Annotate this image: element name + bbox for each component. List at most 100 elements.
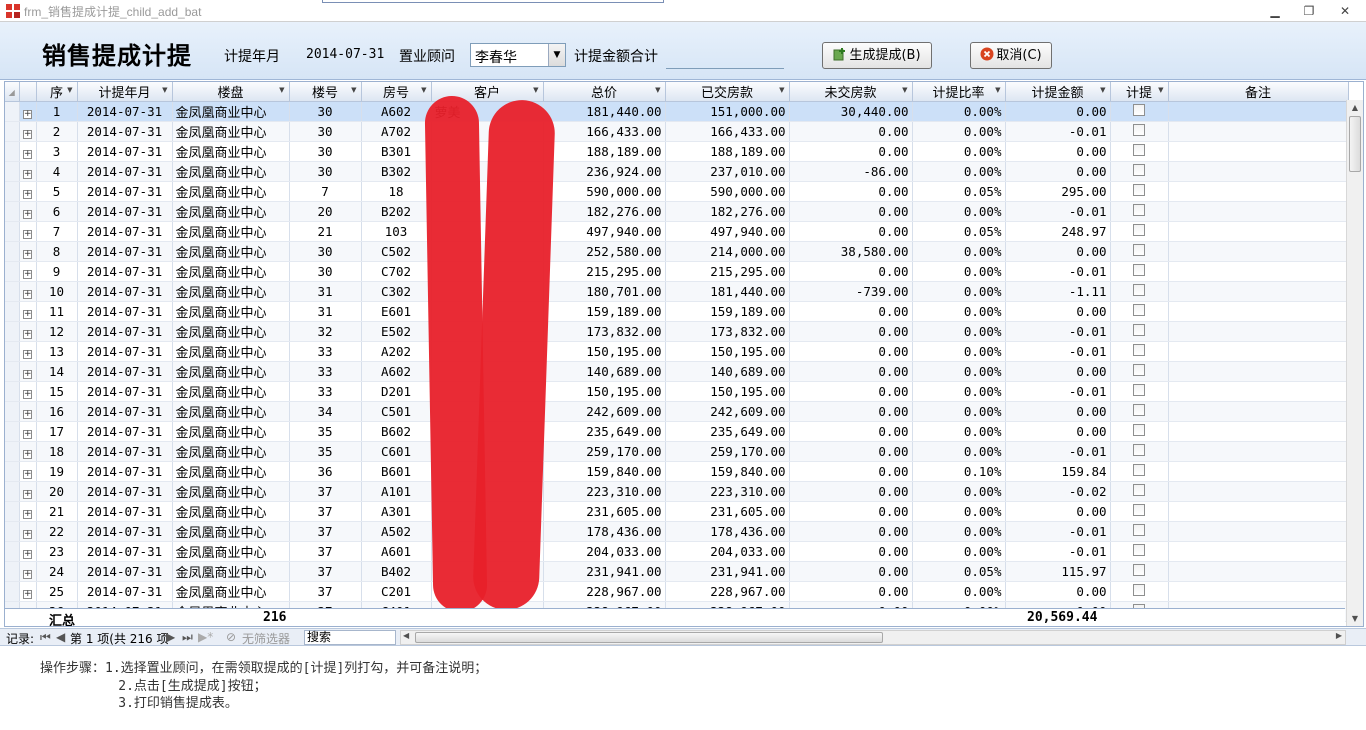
- cell-seq[interactable]: 6: [36, 201, 78, 222]
- accrue-checkbox[interactable]: [1133, 144, 1145, 156]
- cell-rate[interactable]: 0.00%: [912, 541, 1006, 562]
- cell-project[interactable]: 金凤凰商业中心: [172, 201, 290, 222]
- table-row[interactable]: +21 2014-07-31 金凤凰商业中心 37 A301 231,605.00 231,…: [5, 501, 1349, 522]
- cell-amount[interactable]: 0.00: [1005, 501, 1111, 522]
- cell-rate[interactable]: 0.05%: [912, 561, 1006, 582]
- cell-seq[interactable]: 22: [36, 521, 78, 542]
- cell-paid[interactable]: 173,832.00: [665, 321, 790, 342]
- cell-date[interactable]: 2014-07-31: [77, 381, 173, 402]
- cell-date[interactable]: 2014-07-31: [77, 321, 173, 342]
- row-expand-cell[interactable]: +: [19, 221, 37, 242]
- col-header-unpaid[interactable]: 未交房款 ▼: [789, 82, 913, 102]
- cell-total-price[interactable]: 235,649.00: [543, 421, 666, 442]
- cell-unpaid[interactable]: 0.00: [789, 301, 913, 322]
- cell-remark[interactable]: [1168, 261, 1349, 282]
- cell-building[interactable]: 37: [289, 481, 362, 502]
- cell-building[interactable]: 30: [289, 101, 362, 122]
- cell-accrue[interactable]: [1110, 161, 1169, 182]
- cell-room[interactable]: D201: [361, 381, 432, 402]
- table-row[interactable]: +11 2014-07-31 金凤凰商业中心 31 E601 159,189.00 159,…: [5, 301, 1349, 322]
- cell-rate[interactable]: 0.00%: [912, 161, 1006, 182]
- expand-icon[interactable]: +: [23, 430, 32, 439]
- cell-amount[interactable]: -0.01: [1005, 321, 1111, 342]
- row-selector[interactable]: [5, 261, 20, 282]
- cell-total-price[interactable]: 236,924.00: [543, 161, 666, 182]
- cell-remark[interactable]: [1168, 221, 1349, 242]
- cell-paid[interactable]: 215,295.00: [665, 261, 790, 282]
- restore-button[interactable]: ❐: [1296, 2, 1322, 20]
- cell-date[interactable]: 2014-07-31: [77, 401, 173, 422]
- expand-icon[interactable]: +: [23, 170, 32, 179]
- cell-rate[interactable]: 0.00%: [912, 401, 1006, 422]
- cell-building[interactable]: 35: [289, 421, 362, 442]
- cell-date[interactable]: 2014-07-31: [77, 501, 173, 522]
- cell-date[interactable]: 2014-07-31: [77, 521, 173, 542]
- cell-total-price[interactable]: 159,189.00: [543, 301, 666, 322]
- cell-room[interactable]: C601: [361, 441, 432, 462]
- row-selector[interactable]: [5, 461, 20, 482]
- accrue-checkbox[interactable]: [1133, 504, 1145, 516]
- cell-date[interactable]: 2014-07-31: [77, 461, 173, 482]
- cell-accrue[interactable]: [1110, 461, 1169, 482]
- row-selector[interactable]: [5, 161, 20, 182]
- cell-project[interactable]: 金凤凰商业中心: [172, 241, 290, 262]
- cell-rate[interactable]: 0.00%: [912, 521, 1006, 542]
- cell-building[interactable]: 33: [289, 361, 362, 382]
- accrue-checkbox[interactable]: [1133, 544, 1145, 556]
- cell-unpaid[interactable]: 30,440.00: [789, 101, 913, 122]
- row-expand-cell[interactable]: +: [19, 381, 37, 402]
- col-header-seq[interactable]: 序 ▼: [36, 82, 78, 102]
- cell-date[interactable]: 2014-07-31: [77, 541, 173, 562]
- accrue-checkbox[interactable]: [1133, 584, 1145, 596]
- no-filter-label[interactable]: 无筛选器: [242, 630, 290, 647]
- row-selector[interactable]: [5, 341, 20, 362]
- cell-unpaid[interactable]: 0.00: [789, 361, 913, 382]
- table-row[interactable]: +12014-07-31金凤凰商业中心30A602萝美181,440.00151…: [5, 101, 1349, 122]
- col-header-room[interactable]: 房号 ▼: [361, 82, 432, 102]
- expand-icon[interactable]: +: [23, 330, 32, 339]
- accrue-checkbox[interactable]: [1133, 104, 1145, 116]
- cell-project[interactable]: 金凤凰商业中心: [172, 481, 290, 502]
- horizontal-scrollbar[interactable]: ◀ ▶: [400, 630, 1346, 645]
- cell-project[interactable]: 金凤凰商业中心: [172, 421, 290, 442]
- cell-rate[interactable]: 0.00%: [912, 101, 1006, 122]
- row-expand-cell[interactable]: +: [19, 201, 37, 222]
- cell-building[interactable]: 30: [289, 141, 362, 162]
- cell-seq[interactable]: 1: [36, 101, 78, 122]
- row-expand-cell[interactable]: +: [19, 101, 37, 122]
- cell-unpaid[interactable]: 0.00: [789, 461, 913, 482]
- cell-amount[interactable]: 0.00: [1005, 101, 1111, 122]
- row-expand-cell[interactable]: +: [19, 361, 37, 382]
- cell-unpaid[interactable]: 38,580.00: [789, 241, 913, 262]
- cell-remark[interactable]: [1168, 481, 1349, 502]
- cell-room[interactable]: B202: [361, 201, 432, 222]
- cell-project[interactable]: 金凤凰商业中心: [172, 221, 290, 242]
- cell-seq[interactable]: 24: [36, 561, 78, 582]
- accrue-checkbox[interactable]: [1133, 484, 1145, 496]
- close-button[interactable]: ✕: [1332, 2, 1358, 20]
- cell-project[interactable]: 金凤凰商业中心: [172, 301, 290, 322]
- table-row[interactable]: +20 2014-07-31 金凤凰商业中心 37 A101 223,310.00 223,…: [5, 481, 1349, 502]
- cell-remark[interactable]: [1168, 301, 1349, 322]
- table-row[interactable]: +3 2014-07-31 金凤凰商业中心 30 B301 188,189.00 188,1…: [5, 141, 1349, 162]
- cell-accrue[interactable]: [1110, 201, 1169, 222]
- row-selector[interactable]: [5, 321, 20, 342]
- row-selector[interactable]: [5, 181, 20, 202]
- cell-remark[interactable]: [1168, 241, 1349, 262]
- accrue-checkbox[interactable]: [1133, 364, 1145, 376]
- cell-room[interactable]: 18: [361, 181, 432, 202]
- cell-remark[interactable]: [1168, 541, 1349, 562]
- table-row[interactable]: +23 2014-07-31 金凤凰商业中心 37 A601 204,033.00 204,…: [5, 541, 1349, 562]
- accrue-checkbox[interactable]: [1133, 164, 1145, 176]
- cell-date[interactable]: 2014-07-31: [77, 421, 173, 442]
- cell-accrue[interactable]: [1110, 321, 1169, 342]
- col-header-project[interactable]: 楼盘 ▼: [172, 82, 290, 102]
- cell-project[interactable]: 金凤凰商业中心: [172, 581, 290, 602]
- cell-remark[interactable]: [1168, 341, 1349, 362]
- row-selector[interactable]: [5, 121, 20, 142]
- row-expand-cell[interactable]: +: [19, 501, 37, 522]
- cell-accrue[interactable]: [1110, 341, 1169, 362]
- cell-total-price[interactable]: 259,170.00: [543, 441, 666, 462]
- table-row[interactable]: +17 2014-07-31 金凤凰商业中心 35 B602 235,649.00 235,…: [5, 421, 1349, 442]
- row-selector[interactable]: [5, 381, 20, 402]
